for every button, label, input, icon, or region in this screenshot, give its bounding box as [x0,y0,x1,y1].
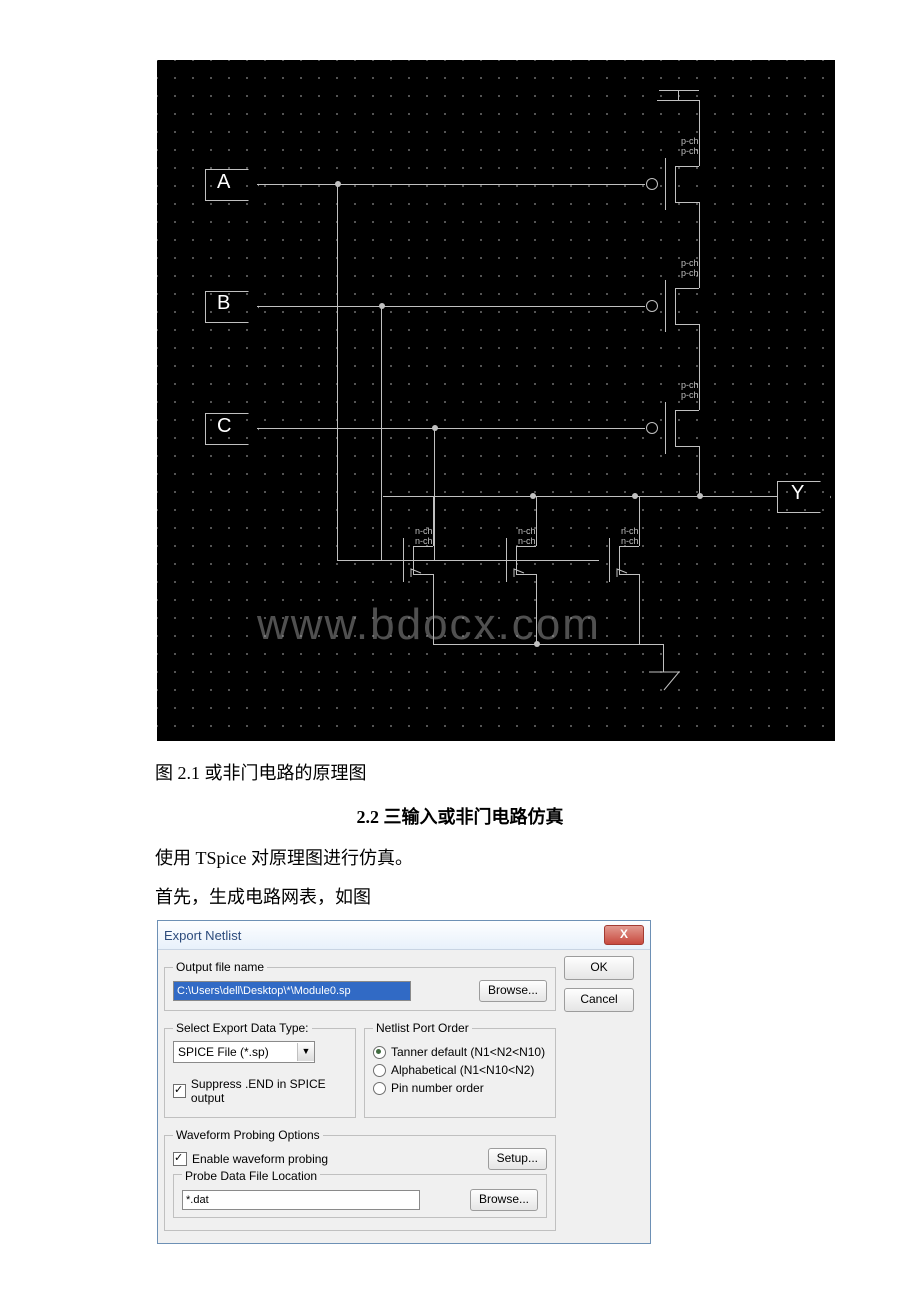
port-order-group: Netlist Port Order Tanner default (N1<N2… [364,1021,556,1118]
enable-waveform-checkbox[interactable] [173,1152,187,1166]
pmos-text: p-ch [681,390,699,400]
radio-pin-number[interactable] [373,1082,386,1095]
radio-alphabetical[interactable] [373,1064,386,1077]
section-heading: 2.2 三输入或非门电路仿真 [155,803,765,829]
port-b-label: B [217,292,230,315]
pmos-text: p-ch [681,146,699,156]
combo-value: SPICE File (*.sp) [174,1045,297,1059]
ok-button[interactable]: OK [564,956,634,980]
nmos-arrow [512,568,526,578]
export-type-combo[interactable]: SPICE File (*.sp) ▼ [173,1041,315,1063]
nmos-arrow [615,568,629,578]
group-label: Netlist Port Order [373,1021,472,1035]
export-netlist-dialog: Export Netlist X Output file name C:\Use… [157,920,651,1244]
probe-location-group: Probe Data File Location *.dat Browse... [173,1174,547,1218]
nmos-text: n-ch [621,526,639,536]
output-path-input[interactable]: C:\Users\dell\Desktop\*\Module0.sp [173,981,411,1001]
nmos-text: n-ch [621,536,639,546]
export-type-group: Select Export Data Type: SPICE File (*.s… [164,1021,356,1118]
browse-button[interactable]: Browse... [470,1189,538,1211]
suppress-end-checkbox[interactable] [173,1084,186,1098]
pmos-bubble [646,300,658,312]
radio-label: Pin number order [391,1081,484,1095]
radio-label: Alphabetical (N1<N10<N2) [391,1063,534,1077]
watermark-text: www.bdocx.com [257,600,601,650]
pmos-text: p-ch [681,268,699,278]
checkbox-label: Suppress .END in SPICE output [191,1077,347,1105]
close-button[interactable]: X [604,925,644,945]
port-b [205,291,259,323]
pmos-text: p-ch [681,380,699,390]
port-c [205,413,259,445]
browse-button[interactable]: Browse... [479,980,547,1002]
dialog-titlebar: Export Netlist X [158,921,650,950]
port-c-label: C [217,415,231,438]
nmos-text: n-ch [518,536,536,546]
probe-path-input[interactable]: *.dat [182,1190,420,1210]
setup-button[interactable]: Setup... [488,1148,547,1170]
port-a-label: A [217,171,230,194]
ground-symbol [647,670,681,692]
port-y-label: Y [791,482,804,505]
radio-tanner-default[interactable] [373,1046,386,1059]
dialog-title: Export Netlist [164,928,241,943]
waveform-group: Waveform Probing Options Enable waveform… [164,1128,556,1231]
figure-caption: 图 2.1 或非门电路的原理图 [155,759,765,785]
chevron-down-icon[interactable]: ▼ [297,1043,314,1061]
checkbox-label: Enable waveform probing [192,1152,328,1166]
cancel-button[interactable]: Cancel [564,988,634,1012]
nmos-text: n-ch [415,526,433,536]
nmos-text: n-ch [415,536,433,546]
pmos-bubble [646,422,658,434]
pmos-text: p-ch [681,136,699,146]
port-a [205,169,259,201]
schematic-diagram: A B C Y p-ch p-ch p-ch p-ch p-ch p-ch [157,60,835,741]
radio-label: Tanner default (N1<N2<N10) [391,1045,545,1059]
group-label: Select Export Data Type: [173,1021,312,1035]
nmos-arrow [409,568,423,578]
group-label: Waveform Probing Options [173,1128,323,1142]
output-filename-group: Output file name C:\Users\dell\Desktop\*… [164,960,556,1011]
group-label: Output file name [173,960,267,974]
nmos-text: n-ch [518,526,536,536]
paragraph: 首先，生成电路网表，如图 [155,882,765,913]
pmos-text: p-ch [681,258,699,268]
pmos-bubble [646,178,658,190]
paragraph: 使用 TSpice 对原理图进行仿真。 [155,843,765,874]
group-label: Probe Data File Location [182,1169,320,1183]
